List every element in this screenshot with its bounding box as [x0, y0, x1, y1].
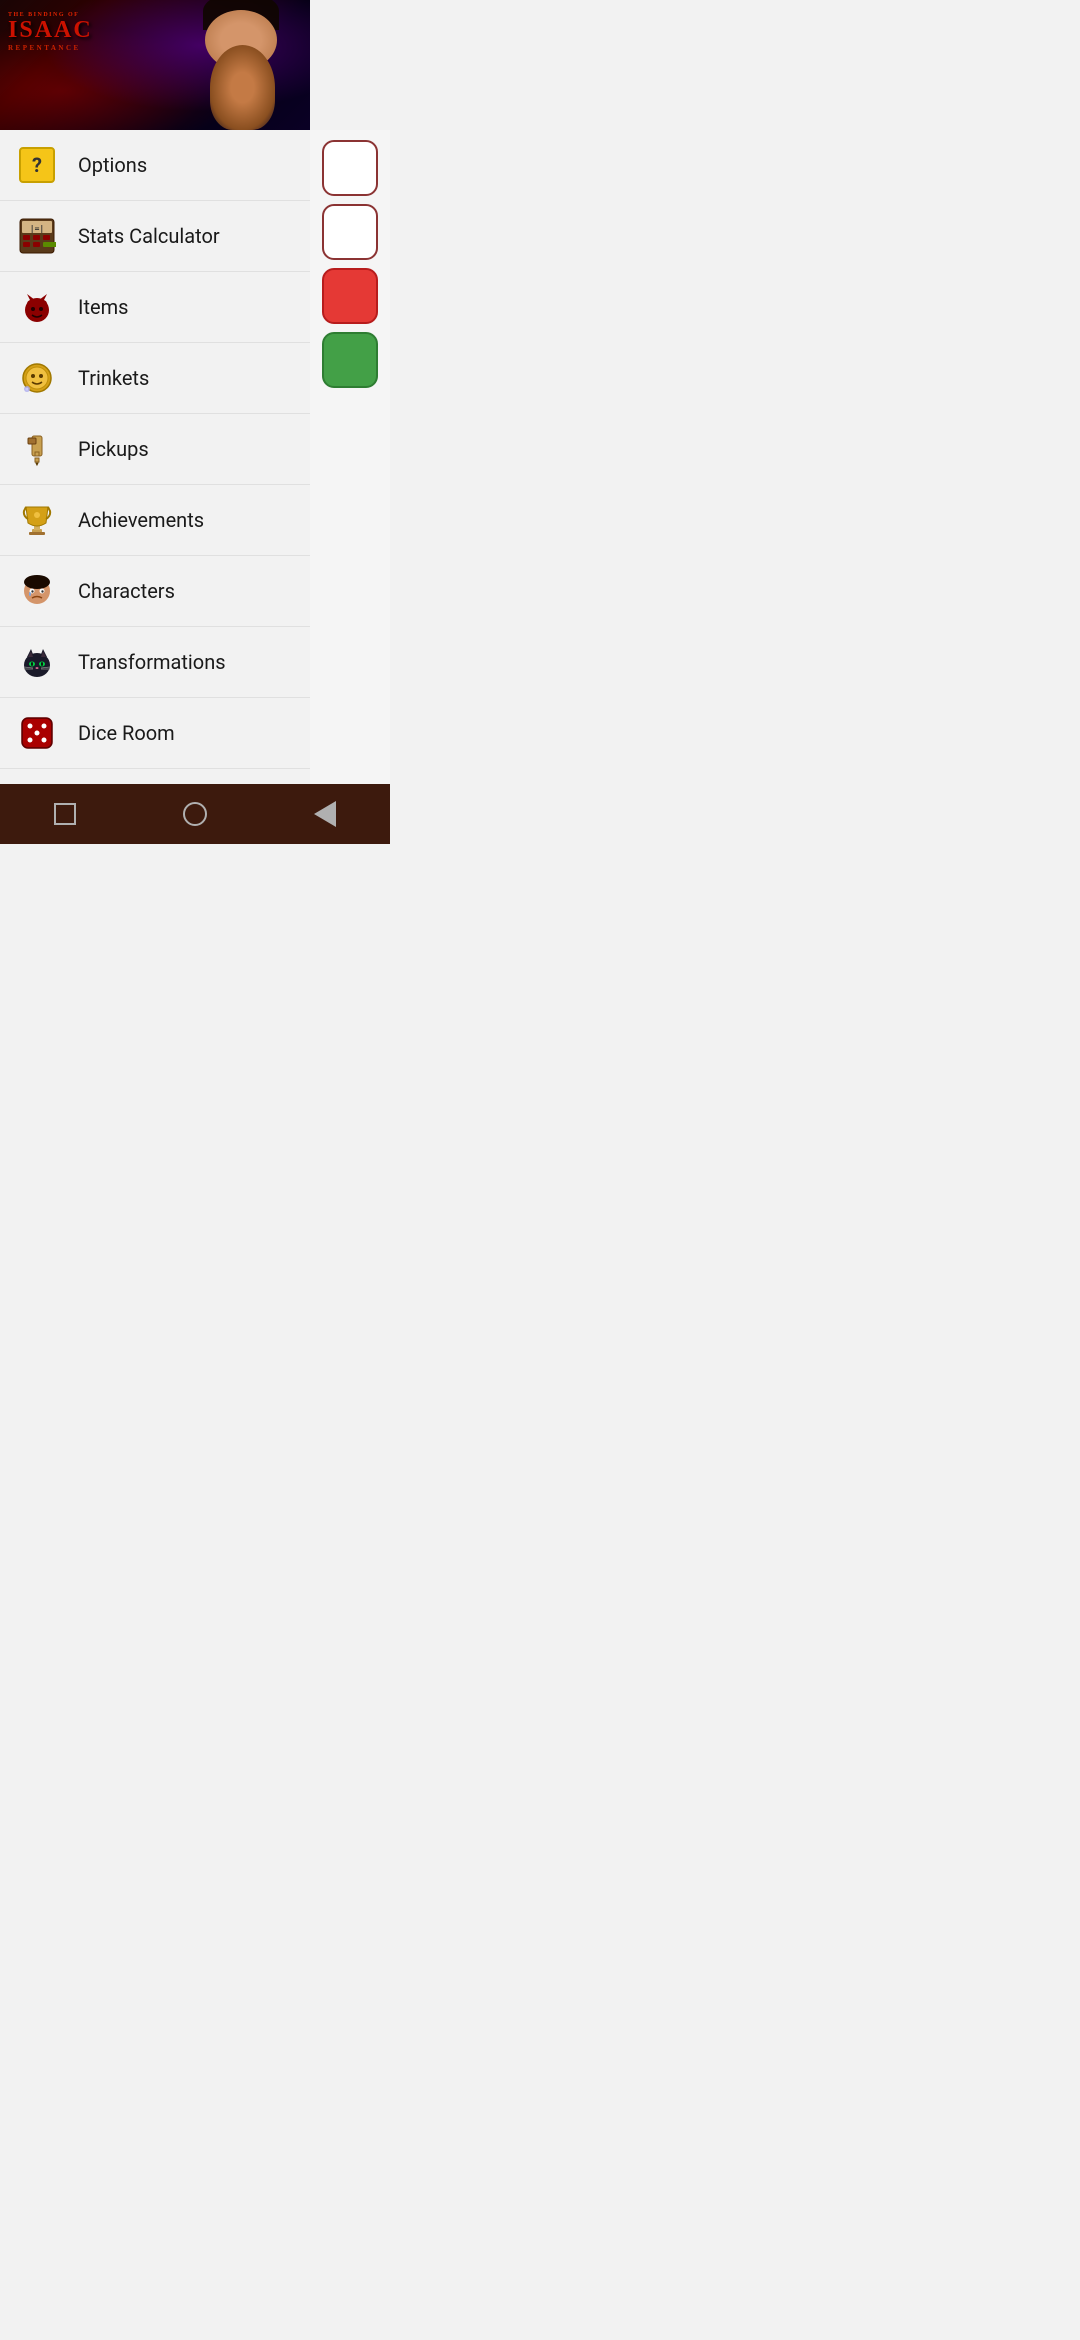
dice-icon — [16, 712, 58, 754]
stats-icon: |=| — [16, 215, 58, 257]
triangle-icon — [314, 801, 336, 827]
navigation-drawer: THE BINDING OF ISAAC REPENTANCE ? Option… — [0, 0, 310, 784]
right-btn-1[interactable] — [322, 140, 378, 196]
transformations-icon — [16, 641, 58, 683]
menu-item-transformations[interactable]: Transformations — [0, 627, 310, 698]
menu-item-bosses[interactable]: Bosses — [0, 769, 310, 784]
logo-line2: ISAAC — [8, 18, 93, 42]
trinkets-label: Trinkets — [78, 366, 149, 390]
items-icon — [16, 286, 58, 328]
svg-text:|=|: |=| — [30, 224, 44, 233]
achievements-icon — [16, 499, 58, 541]
back-button[interactable] — [50, 799, 80, 829]
trinkets-icon — [16, 357, 58, 399]
transformations-label: Transformations — [78, 650, 226, 674]
dice-room-label: Dice Room — [78, 721, 175, 745]
pickups-label: Pickups — [78, 437, 149, 461]
menu-item-achievements[interactable]: Achievements — [0, 485, 310, 556]
svg-text:▼: ▼ — [34, 461, 40, 468]
square-icon — [54, 803, 76, 825]
menu-item-options[interactable]: ? Options — [0, 130, 310, 201]
right-btn-green[interactable] — [322, 332, 378, 388]
right-btn-2[interactable] — [322, 204, 378, 260]
circle-icon — [183, 802, 207, 826]
banner: THE BINDING OF ISAAC REPENTANCE — [0, 0, 310, 130]
stats-label: Stats Calculator — [78, 224, 220, 248]
right-btn-red[interactable] — [322, 268, 378, 324]
game-logo: THE BINDING OF ISAAC REPENTANCE — [8, 12, 93, 52]
menu-item-trinkets[interactable]: Trinkets — [0, 343, 310, 414]
options-label: Options — [78, 153, 147, 177]
menu-item-pickups[interactable]: ▼ Pickups — [0, 414, 310, 485]
isaac-character — [205, 20, 280, 130]
characters-icon — [16, 570, 58, 612]
right-panel — [310, 130, 390, 784]
navigation-bar — [0, 784, 390, 844]
characters-label: Characters — [78, 579, 175, 603]
menu-item-dice-room[interactable]: Dice Room — [0, 698, 310, 769]
menu-item-items[interactable]: Items — [0, 272, 310, 343]
items-label: Items — [78, 295, 128, 319]
menu-item-characters[interactable]: Characters — [0, 556, 310, 627]
achievements-label: Achievements — [78, 508, 204, 532]
back-nav-button[interactable] — [310, 799, 340, 829]
home-button[interactable] — [180, 799, 210, 829]
pickups-icon: ▼ — [16, 428, 58, 470]
menu-item-stats-calculator[interactable]: |=| Stats Calculator — [0, 201, 310, 272]
logo-line3: REPENTANCE — [8, 44, 93, 52]
options-icon: ? — [16, 144, 58, 186]
isaac-body — [210, 45, 275, 130]
